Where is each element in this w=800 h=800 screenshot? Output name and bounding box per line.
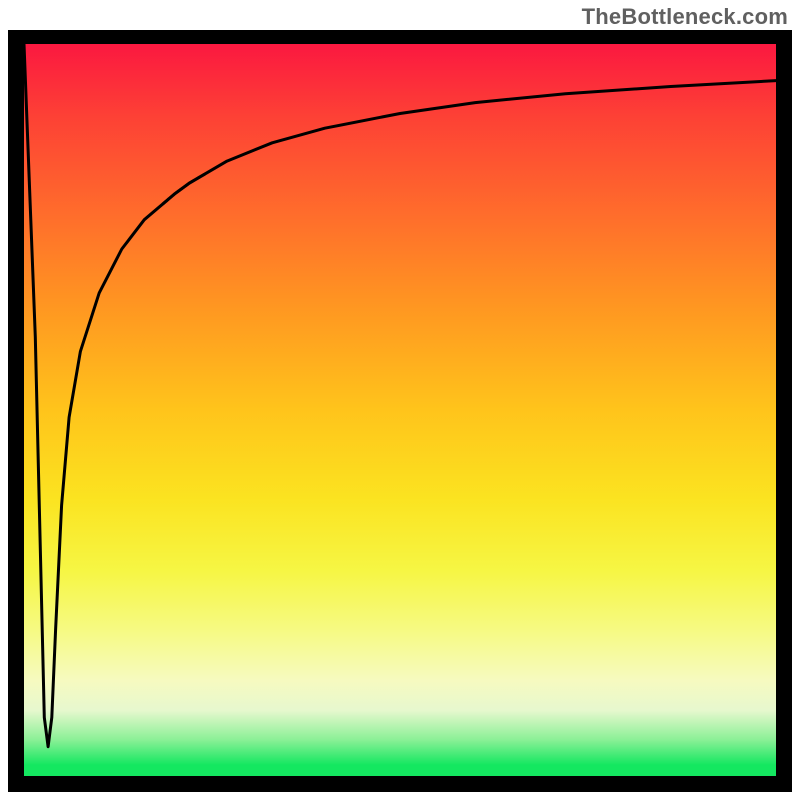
chart-frame — [8, 30, 792, 792]
curve-highlight — [163, 174, 204, 203]
chart-gradient-background — [24, 44, 776, 776]
curve-path — [24, 44, 776, 747]
bottleneck-curve — [24, 44, 776, 776]
attribution-label: TheBottleneck.com — [582, 4, 788, 30]
